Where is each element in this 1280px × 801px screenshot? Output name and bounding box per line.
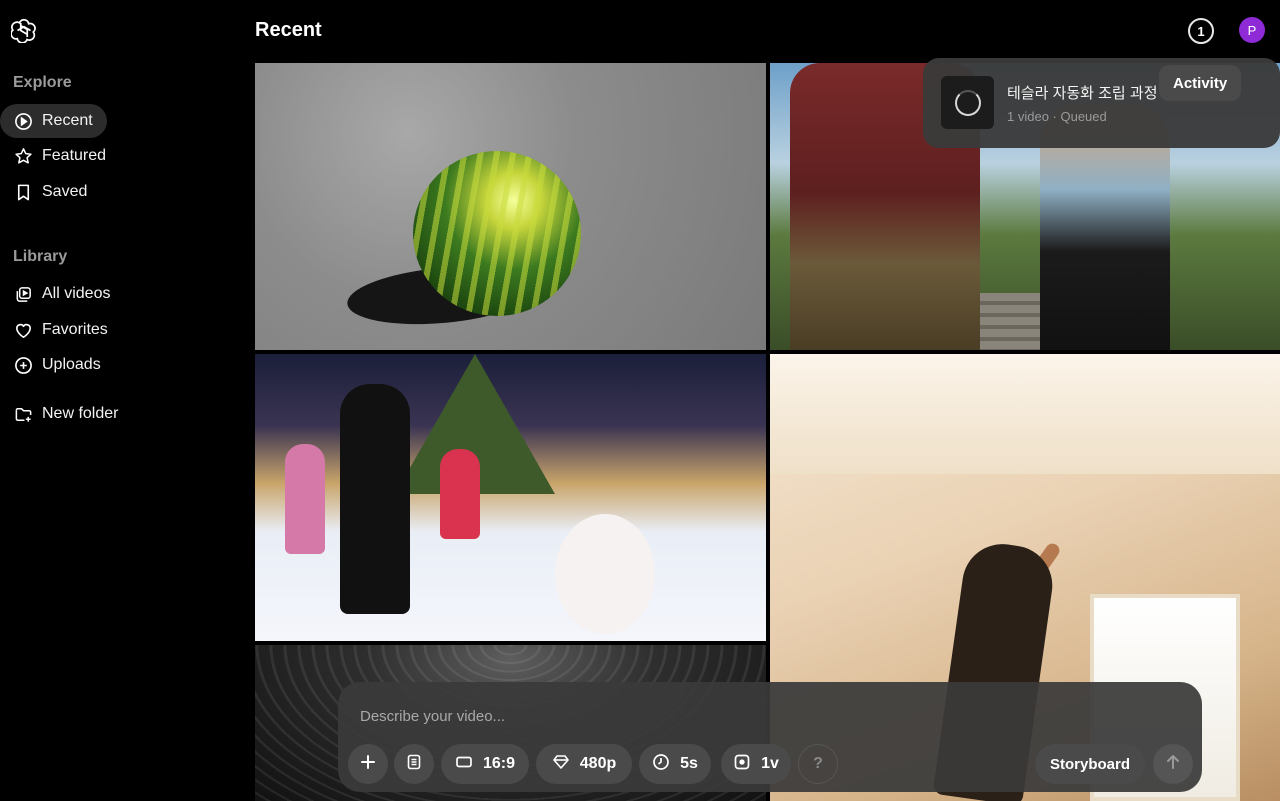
explore-section-title: Explore [13,74,72,91]
heart-icon [13,320,33,340]
add-button[interactable] [348,744,388,784]
library-section-title: Library [13,248,68,265]
duration-button[interactable]: 5s [639,744,711,784]
openai-logo-icon[interactable] [10,17,37,44]
child-figure [340,384,410,614]
arrow-up-icon [1164,753,1182,776]
diamond-icon [552,753,570,776]
sidebar-item-recent[interactable]: Recent [0,104,107,138]
child-figure [440,449,480,539]
sidebar-item-label: All videos [42,285,111,302]
plus-icon [359,753,377,776]
sidebar-item-featured[interactable]: Featured [0,139,120,173]
child-figure [285,444,325,554]
page-title: Recent [255,19,322,41]
storyboard-button[interactable]: Storyboard [1035,744,1145,784]
resolution-label: 480p [579,755,617,772]
resolution-button[interactable]: 480p [536,744,632,784]
videos-stack-icon [13,284,33,304]
ceiling [770,354,1280,474]
clock-icon [652,753,670,776]
aspect-ratio-icon [455,753,473,776]
sidebar-item-label: Featured [42,147,107,164]
variations-label: 1v [761,755,779,772]
help-button[interactable]: ? [798,744,838,784]
sidebar-item-favorites[interactable]: Favorites [0,313,122,347]
square-dot-icon [733,753,751,776]
prompt-input[interactable] [360,704,960,728]
new-folder-button[interactable]: New folder [0,397,132,431]
duration-label: 5s [680,755,698,772]
sidebar-item-label: Recent [42,112,93,129]
sidebar: Explore Recent Featured Saved Library Al… [0,0,240,801]
video-tile-winter-square[interactable] [255,354,766,641]
sidebar-item-uploads[interactable]: Uploads [0,348,115,382]
activity-thumbnail [941,76,994,129]
watermelon-ball [413,151,581,316]
bookmark-icon [13,182,33,202]
sidebar-item-label: Uploads [42,356,101,373]
activity-item-status: 1 video · Queued [1007,109,1107,124]
snow-pile [555,514,655,634]
aspect-ratio-button[interactable]: 16:9 [441,744,529,784]
sidebar-item-saved[interactable]: Saved [0,175,101,209]
activity-item-title: 테슬라 자동화 조립 과정 [1007,85,1158,102]
plus-circle-icon [13,355,33,375]
video-tile-watermelon[interactable] [255,63,766,350]
sidebar-item-label: Favorites [42,321,108,338]
document-icon [405,753,423,776]
submit-button[interactable] [1153,744,1193,784]
sidebar-item-all-videos[interactable]: All videos [0,277,124,311]
variations-button[interactable]: 1v [721,744,791,784]
aspect-ratio-label: 16:9 [482,755,516,772]
loading-spinner-icon [954,89,981,116]
activity-count-button[interactable]: 1 [1188,18,1214,44]
play-circle-icon [13,111,33,131]
new-folder-label: New folder [42,405,119,422]
star-icon [13,146,33,166]
avatar[interactable]: P [1239,17,1265,43]
prompt-composer: 16:9 480p 5s 1v ? Storyboard [338,682,1202,792]
activity-tooltip: Activity [1159,65,1242,101]
folder-plus-icon [13,404,33,424]
sidebar-item-label: Saved [42,183,88,200]
presets-button[interactable] [394,744,434,784]
